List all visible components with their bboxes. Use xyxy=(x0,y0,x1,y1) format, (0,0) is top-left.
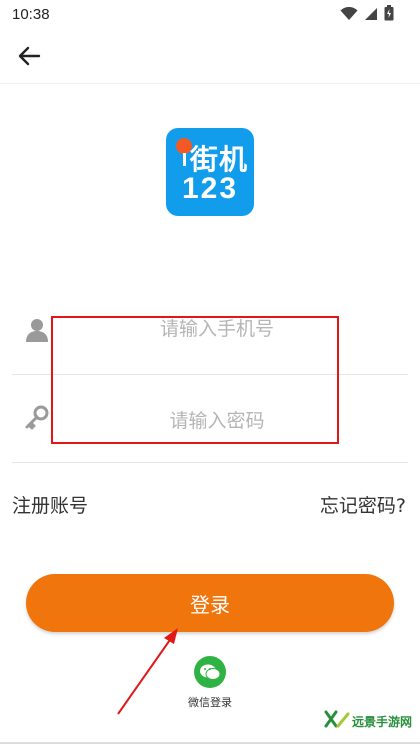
wechat-icon xyxy=(194,656,226,688)
wechat-login-label: 微信登录 xyxy=(188,696,232,709)
password-field-row xyxy=(12,375,408,463)
forgot-password-link[interactable]: 忘记密码? xyxy=(320,491,406,518)
login-button[interactable]: 登录 xyxy=(26,574,394,632)
wifi-icon xyxy=(340,6,358,25)
watermark: 远景手游网 xyxy=(324,710,412,732)
key-icon xyxy=(24,405,50,431)
password-input[interactable] xyxy=(72,401,362,441)
signal-icon xyxy=(364,6,378,25)
phone-input[interactable] xyxy=(72,309,362,349)
user-icon xyxy=(24,317,50,343)
bottom-divider xyxy=(0,742,420,744)
status-time: 10:38 xyxy=(12,6,50,23)
register-link[interactable]: 注册账号 xyxy=(12,491,88,518)
watermark-logo-icon xyxy=(324,710,350,732)
arrow-left-icon xyxy=(17,46,41,70)
phone-field-row xyxy=(12,287,408,375)
back-button[interactable] xyxy=(14,44,44,72)
wechat-login-button[interactable]: 微信登录 xyxy=(180,656,240,710)
battery-icon xyxy=(384,5,394,25)
app-logo: 街机 123 xyxy=(166,128,254,216)
top-bar xyxy=(0,32,420,84)
status-icons xyxy=(340,5,394,25)
logo-text-bottom: 123 xyxy=(181,172,239,205)
watermark-text: 远景手游网 xyxy=(351,714,412,729)
status-bar: 10:38 xyxy=(0,0,420,32)
